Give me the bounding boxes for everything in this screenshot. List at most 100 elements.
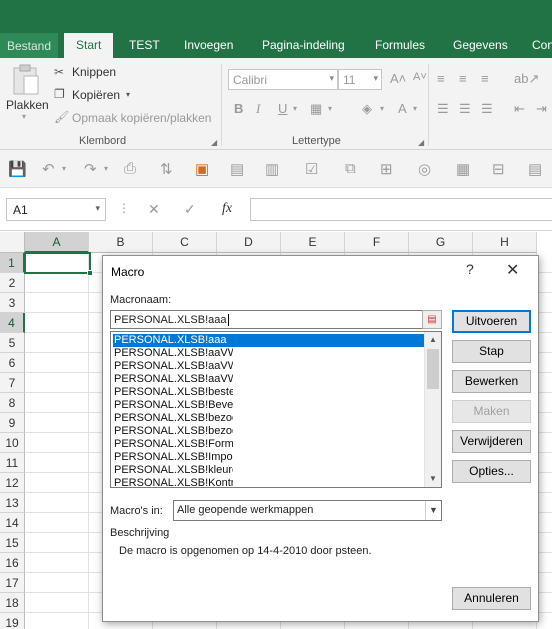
fill-handle[interactable] [87,270,93,276]
tab-gegevens[interactable]: Gegevens [453,38,508,58]
row-header-10[interactable]: 10 [0,433,25,453]
borders-icon[interactable]: ▦ [310,101,322,117]
row-header-14[interactable]: 14 [0,513,25,533]
italic-button[interactable]: I [256,101,260,117]
cancel-formula-button[interactable]: ✕ [148,201,160,218]
row-header-16[interactable]: 16 [0,553,25,573]
tab-bestand[interactable]: Bestand [0,33,59,58]
merge-icon[interactable]: ⊞ [380,160,393,178]
save-icon[interactable]: 💾 [8,160,27,178]
macro-list-item[interactable]: PERSONAL.XLSB!aaVW_ [113,360,233,373]
align-middle-icon[interactable]: ≡ [459,71,467,86]
macro-list-item[interactable]: PERSONAL.XLSB!Kontral [113,477,233,487]
column-header-f[interactable]: F [345,232,409,253]
print-icon[interactable]: ⎙ [124,160,136,177]
chart-icon[interactable]: ▦ [456,160,470,178]
scroll-up-icon[interactable]: ▲ [425,332,441,348]
paste-button[interactable]: Plakken ▾ [4,64,49,124]
help-button[interactable]: ? [466,261,474,277]
undo-dropdown-icon[interactable]: ▾ [62,164,66,173]
shrink-font-icon[interactable]: A˅ [413,71,427,83]
column-header-g[interactable]: G [409,232,473,253]
macro-list-item[interactable]: PERSONAL.XLSB!Beveilig [113,399,233,412]
row-header-8[interactable]: 8 [0,393,25,413]
filter-icon[interactable]: ⊟ [492,160,505,178]
row-header-4[interactable]: 4 [0,313,25,333]
list-scrollbar[interactable]: ▲ ▼ [424,332,441,487]
redo-dropdown-icon[interactable]: ▾ [104,164,108,173]
macro-list-item[interactable]: PERSONAL.XLSB!Formul [113,438,233,451]
macro-name-input[interactable]: PERSONAL.XLSB!aaa [110,310,424,329]
formula-input[interactable] [250,198,552,221]
delete-button[interactable]: Verwijderen [452,430,531,453]
macro-list-item[interactable]: PERSONAL.XLSB!aaVW_ [113,373,233,386]
row-header-2[interactable]: 2 [0,273,25,293]
options-button[interactable]: Opties... [452,460,531,483]
column-header-a[interactable]: A [25,232,89,253]
sort-icon[interactable]: ⇅ [160,160,173,178]
row-header-17[interactable]: 17 [0,573,25,593]
row-header-13[interactable]: 13 [0,493,25,513]
edit-button[interactable]: Bewerken [452,370,531,393]
row-header-1[interactable]: 1 [0,253,25,273]
customize-icon[interactable]: ▤ [528,160,542,178]
undo-icon[interactable]: ↶ [42,160,55,178]
borders-dropdown-icon[interactable]: ▾ [328,104,332,113]
font-size-select[interactable]: 11 ▾ [338,69,382,90]
font-launcher-icon[interactable]: ◢ [418,138,424,147]
align-left-icon[interactable]: ☰ [437,101,449,117]
row-header-18[interactable]: 18 [0,593,25,613]
cancel-button[interactable]: Annuleren [452,587,531,610]
clipboard-launcher-icon[interactable]: ◢ [211,138,217,147]
macro-list-item[interactable]: PERSONAL.XLSB!bezoek [113,412,233,425]
name-box[interactable]: A1 ▾ [6,198,106,221]
column-header-d[interactable]: D [217,232,281,253]
orientation-icon[interactable]: ab↗ [514,71,539,87]
tab-pagina-indeling[interactable]: Pagina-indeling [262,38,345,58]
redo-icon[interactable]: ↷ [84,160,97,178]
tab-controleren[interactable]: Con [532,38,552,58]
outdent-icon[interactable]: ⇥ [536,101,547,117]
macro-list-item[interactable]: PERSONAL.XLSB!bezoek [113,425,233,438]
row-header-19[interactable]: 19 [0,613,25,629]
row-header-15[interactable]: 15 [0,533,25,553]
row-header-3[interactable]: 3 [0,293,25,313]
tab-test[interactable]: TEST [129,38,160,58]
tab-formules[interactable]: Formules [375,38,425,58]
row-header-12[interactable]: 12 [0,473,25,493]
align-right-icon[interactable]: ☰ [481,101,493,117]
font-color-button[interactable]: A [398,101,407,116]
indent-icon[interactable]: ⇤ [514,101,525,117]
underline-button[interactable]: U [278,101,287,116]
macro-list[interactable]: PERSONAL.XLSB!aaa PERSONAL.XLSB!aaVW_ PERS… [110,331,442,488]
macro-icon[interactable]: ▣ [195,160,209,178]
macro-list-item[interactable]: PERSONAL.XLSB!kleurcc [113,464,233,477]
insert-function-button[interactable]: fx [222,201,232,217]
table-icon[interactable]: ▤ [230,160,244,178]
row-header-5[interactable]: 5 [0,333,25,353]
copy-button[interactable]: Kopiëren [72,88,120,102]
format-painter-button[interactable]: Opmaak kopiëren/plakken [72,111,211,125]
conditional-format-icon[interactable]: ☑ [305,160,318,178]
active-cell-a1[interactable] [24,252,93,276]
row-header-9[interactable]: 9 [0,413,25,433]
row-header-11[interactable]: 11 [0,453,25,473]
column-header-e[interactable]: E [281,232,345,253]
column-header-h[interactable]: H [473,232,537,253]
select-all-corner[interactable] [0,232,25,253]
copy-format-icon[interactable]: ⧉ [345,160,356,177]
scroll-down-icon[interactable]: ▼ [425,471,441,487]
cut-button[interactable]: Knippen [72,65,116,79]
column-header-b[interactable]: B [89,232,153,253]
macro-list-item[interactable]: PERSONAL.XLSB!bestek [113,386,233,399]
fill-dropdown-icon[interactable]: ▾ [380,104,384,113]
row-header-7[interactable]: 7 [0,373,25,393]
macros-in-select[interactable]: Alle geopende werkmappen ▼ [173,500,442,521]
collapse-dialog-icon[interactable]: ▤ [422,310,442,329]
scroll-thumb[interactable] [427,349,439,389]
macro-list-item[interactable]: PERSONAL.XLSB!Import [113,451,233,464]
macro-list-item[interactable]: PERSONAL.XLSB!aaa [113,334,425,347]
run-button[interactable]: Uitvoeren [452,310,531,333]
bold-button[interactable]: B [234,101,243,116]
create-button[interactable]: Maken [452,400,531,423]
